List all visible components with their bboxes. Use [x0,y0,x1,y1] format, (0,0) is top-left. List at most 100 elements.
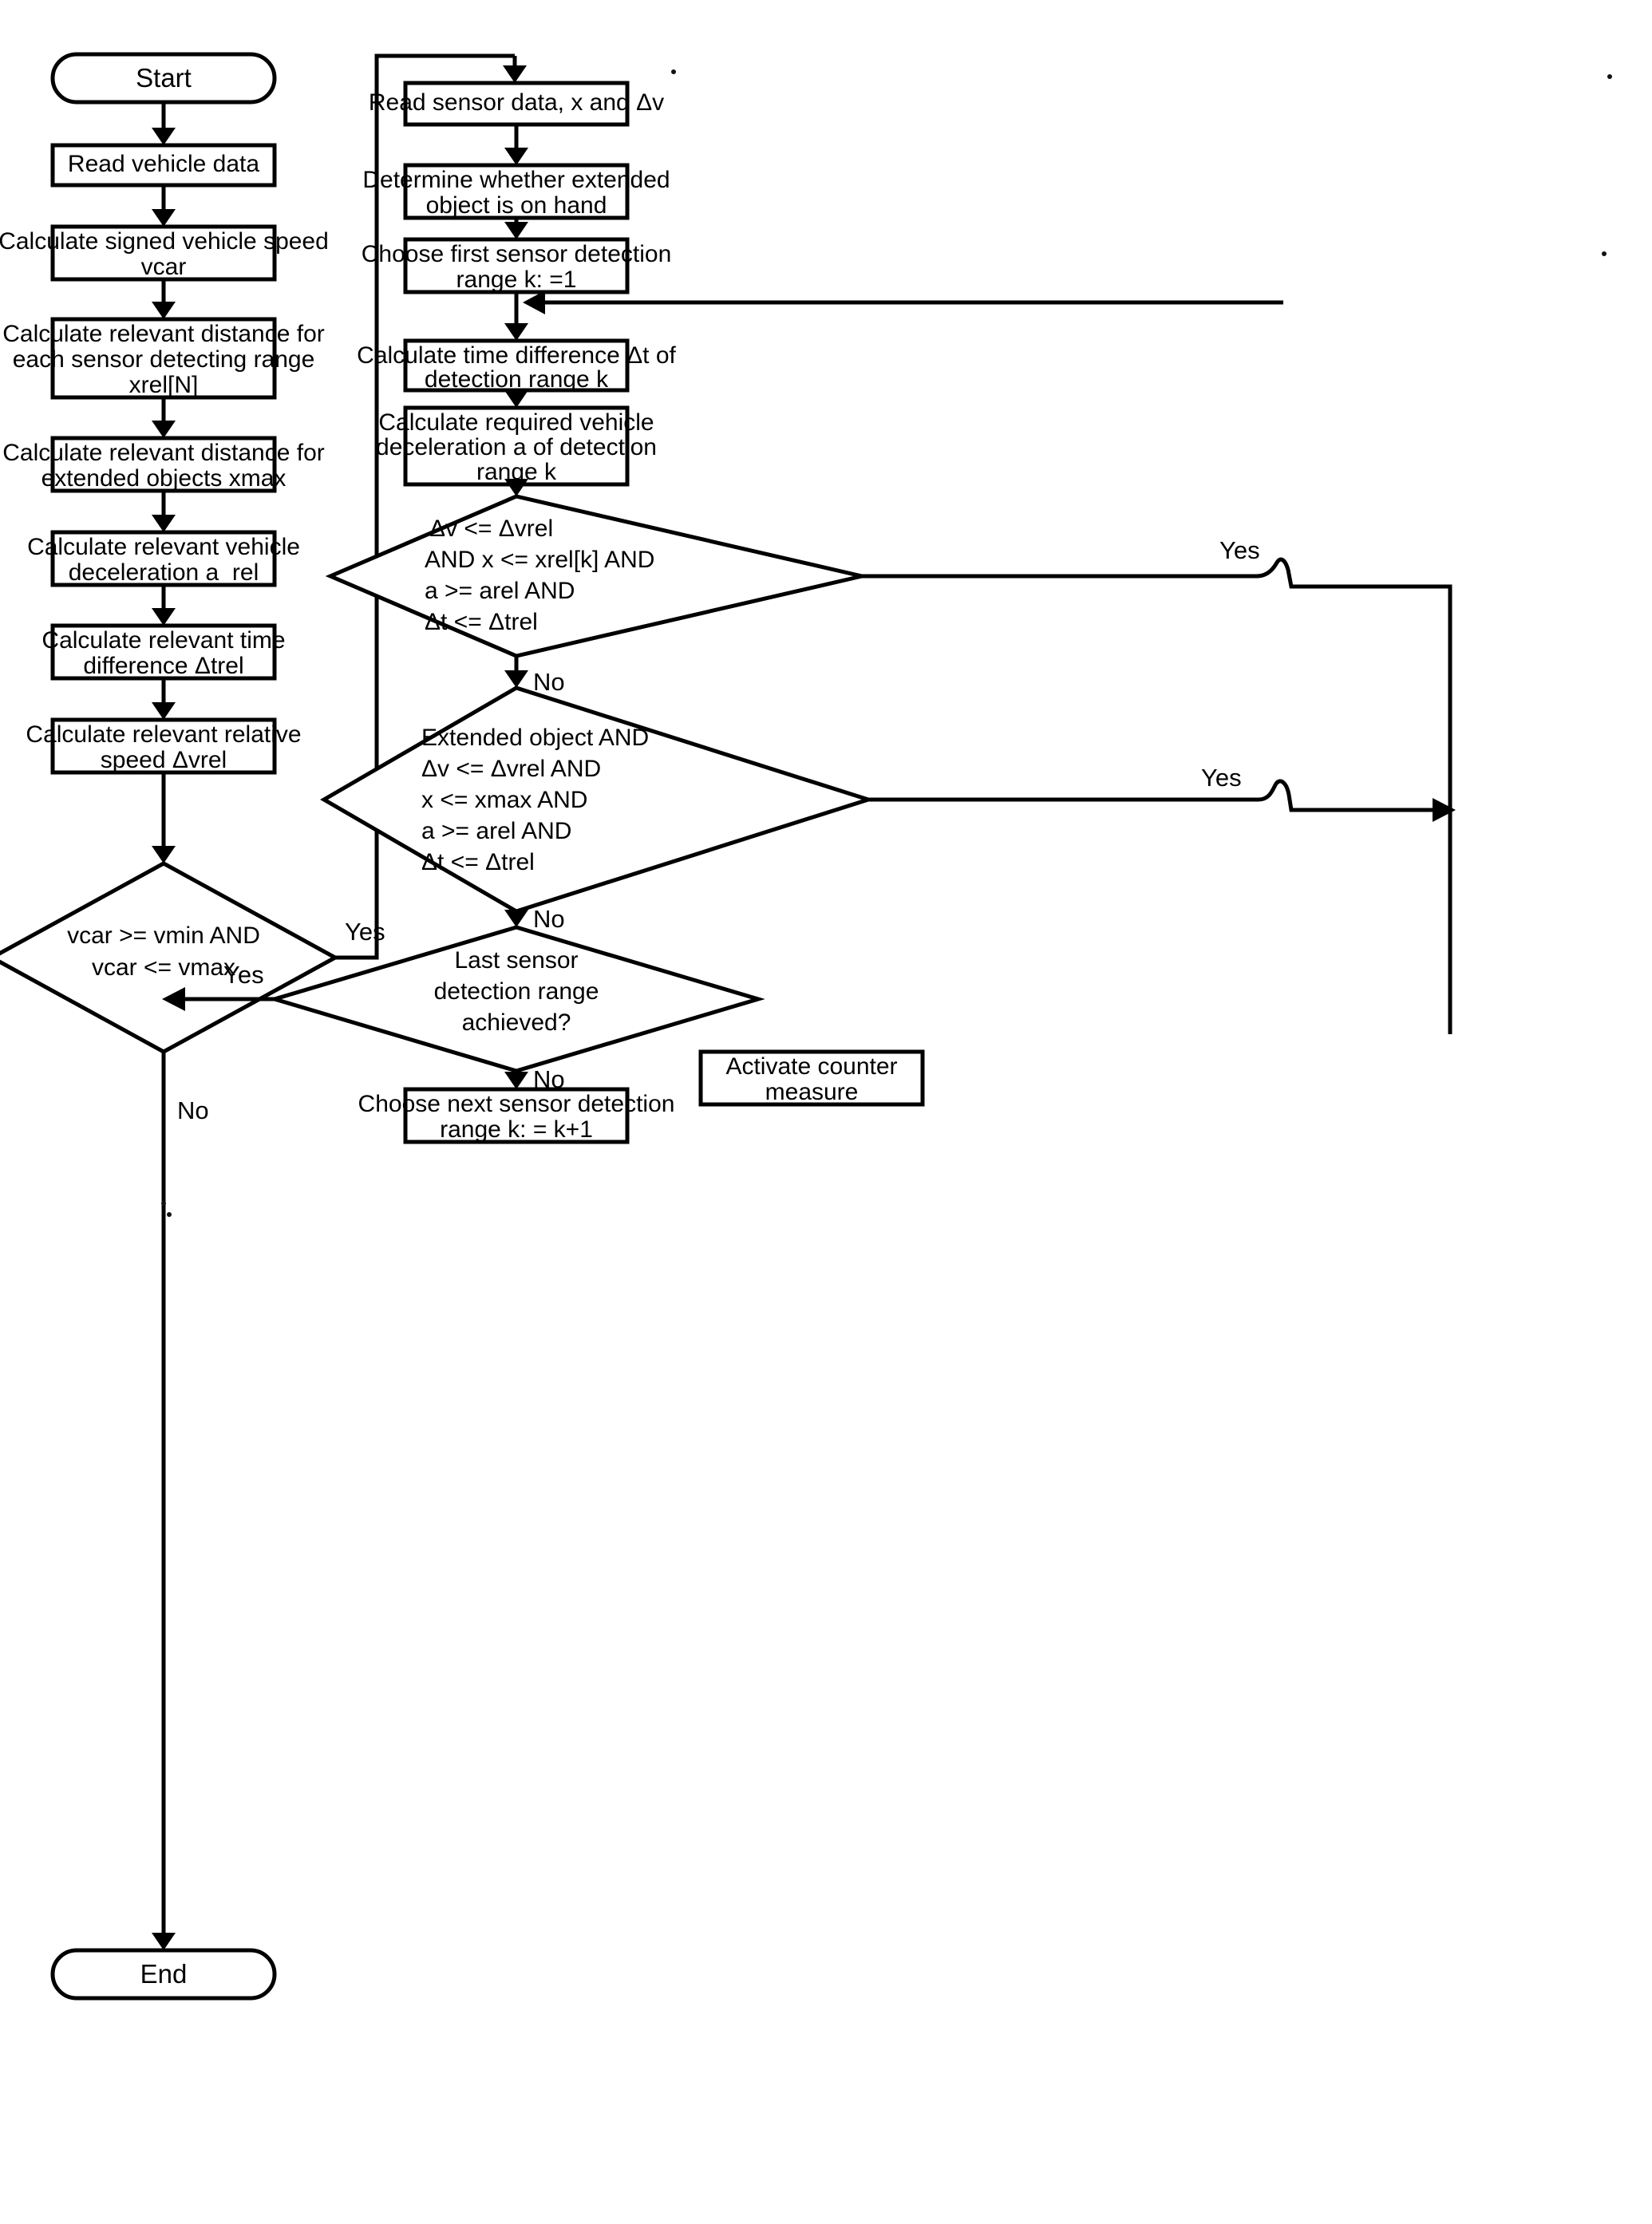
node-calc-dt-k: Calculate time difference Δt of detectio… [357,338,677,393]
arrowhead-read-sensor [504,148,528,165]
scan-speck-1 [161,1201,166,1206]
decide-last-line3: achieved? [462,1009,571,1036]
calc-dt-k-line2: detection range k [425,366,609,393]
calc-dvrel-line2: speed Δvrel [101,747,227,773]
calc-vcar-line2: vcar [141,254,187,280]
scan-speck-3 [671,69,676,74]
read-vehicle-data-label: Read vehicle data [68,151,259,177]
edge-point-yes-to-activate [862,557,1452,1034]
calc-dtrel-line1: Calculate relevant time [41,627,285,654]
decide-extended-target-diamond [320,685,875,914]
decide-last-line2: detection range [434,978,599,1005]
node-calc-xmax: Calculate relevant distance for extended… [2,436,325,493]
edge-label-point-yes: Yes [1219,536,1260,564]
edge-label-point-no: No [533,668,565,696]
determine-extended-line1: Determine whether extended [362,167,670,193]
node-decide-last-range: Last sensor detection range achieved? [267,925,765,1073]
arrowhead-extended-no [504,910,528,927]
arrowhead-loop-entry [503,65,527,83]
arrowhead-dtrel [152,702,176,720]
decide-extended-line1: Extended object AND [421,725,649,751]
arrowhead-arel [152,608,176,626]
node-decide-extended-target: Extended object AND Δv <= Δvrel AND x <=… [320,685,875,914]
arrowhead-calc-dt [504,390,528,408]
choose-first-range-line1: Choose first sensor detection [362,241,672,267]
start-label: Start [136,63,192,93]
decide-point-target-diamond [325,494,863,658]
choose-next-range-line2: range k: = k+1 [440,1116,593,1143]
calc-a-k-line1: Calculate required vehicle [378,409,654,436]
decide-extended-line5: Δt <= Δtrel [421,849,535,875]
edge-extended-yes-to-activate [868,779,1437,812]
calc-vcar-line1: Calculate signed vehicle speed [0,228,329,255]
decide-point-line2: AND x <= xrel[k] AND [425,547,654,573]
node-calc-a-k: Calculate required vehicle deceleration … [376,405,657,487]
scan-speck-2 [167,1212,172,1217]
decide-point-line3: a >= arel AND [425,578,575,604]
arrowhead-calc-a [504,479,528,496]
scan-speck-4 [1602,251,1607,256]
edge-label-extended-yes: Yes [1201,764,1242,792]
node-end: End [50,1948,277,2001]
arrowhead-xrel [152,421,176,438]
read-sensor-data-label: Read sensor data, x and Δv [369,89,664,116]
node-decide-point-target: Δv <= Δvrel AND x <= xrel[k] AND a >= ar… [325,494,863,658]
choose-first-range-line2: range k: =1 [456,267,577,293]
node-calc-vcar: Calculate signed vehicle speed vcar [0,224,329,282]
arrowhead-last-no [504,1072,528,1089]
decide-last-line1: Last sensor [454,947,578,974]
edge-label-vcar-yes: Yes [345,918,385,946]
node-decide-vcar-range: vcar >= vmin AND vcar <= vmax [0,861,340,1054]
edge-label-vcar-no: No [177,1096,209,1124]
arrowhead-extended-yes [1433,798,1456,822]
node-read-vehicle-data: Read vehicle data [50,143,277,188]
decide-vcar-line2: vcar <= vmax [92,954,235,981]
end-label: End [140,1959,188,1989]
node-calc-dtrel: Calculate relevant time difference Δtrel [41,623,286,681]
calc-arel-line2: deceleration a_rel [69,559,259,586]
node-calc-arel: Calculate relevant vehicle deceleration … [27,530,300,587]
choose-next-range-line1: Choose next sensor detection [358,1091,675,1117]
edge-label-extended-no: No [533,905,565,933]
decide-point-line1: Δv <= Δvrel [429,516,553,542]
calc-xrel-line1: Calculate relevant distance for [2,321,325,347]
edge-label-last-yes: Yes [223,961,264,989]
arrowhead-point-no [504,670,528,688]
calc-arel-line1: Calculate relevant vehicle [27,534,300,560]
scan-speck-5 [1607,74,1612,79]
arrowhead-start [152,128,176,145]
decide-extended-line2: Δv <= Δvrel AND [421,756,601,782]
node-start: Start [50,52,277,105]
activate-counter-measure-line1: Activate counter [725,1053,897,1080]
arrowhead-dvrel [152,846,176,863]
node-read-sensor-data: Read sensor data, x and Δv [369,81,664,127]
node-calc-xrel: Calculate relevant distance for each sen… [2,317,325,400]
calc-dvrel-line1: Calculate relevant relative [26,721,301,748]
arrowhead-read-vehicle [152,209,176,227]
decide-extended-line3: x <= xmax AND [421,787,587,813]
flowchart-canvas: Start Read vehicle data Calculate signed… [0,0,1652,2224]
arrowhead-xmax [152,515,176,532]
calc-dtrel-line2: difference Δtrel [83,653,243,679]
calc-dt-k-line1: Calculate time difference Δt of [357,342,676,369]
node-activate-counter-measure: Activate counter measure [698,1049,925,1107]
calc-xmax-line2: extended objects xmax [41,465,287,492]
decide-extended-line4: a >= arel AND [421,818,571,844]
arrowhead-choose-first [504,323,528,341]
activate-counter-measure-line2: measure [765,1079,859,1105]
arrowhead-end [152,1933,176,1950]
arrowhead-determine [504,222,528,239]
arrowhead-vcar [152,302,176,319]
node-choose-first-range: Choose first sensor detection range k: =… [362,237,672,294]
calc-xrel-line2: each sensor detecting range [13,346,315,373]
calc-xrel-line3: xrel[N] [129,372,199,398]
flowchart-svg: Start Read vehicle data Calculate signed… [0,52,1612,2001]
node-determine-extended: Determine whether extended object is on … [362,163,670,220]
calc-a-k-line2: deceleration a of detection [376,434,657,460]
calc-xmax-line1: Calculate relevant distance for [2,440,325,466]
decide-point-line4: Δt <= Δtrel [425,609,538,635]
node-calc-dvrel: Calculate relevant relative speed Δvrel [26,717,302,775]
determine-extended-line2: object is on hand [426,192,607,219]
node-choose-next-range: Choose next sensor detection range k: = … [358,1087,675,1144]
decide-vcar-line1: vcar >= vmin AND [67,922,260,949]
